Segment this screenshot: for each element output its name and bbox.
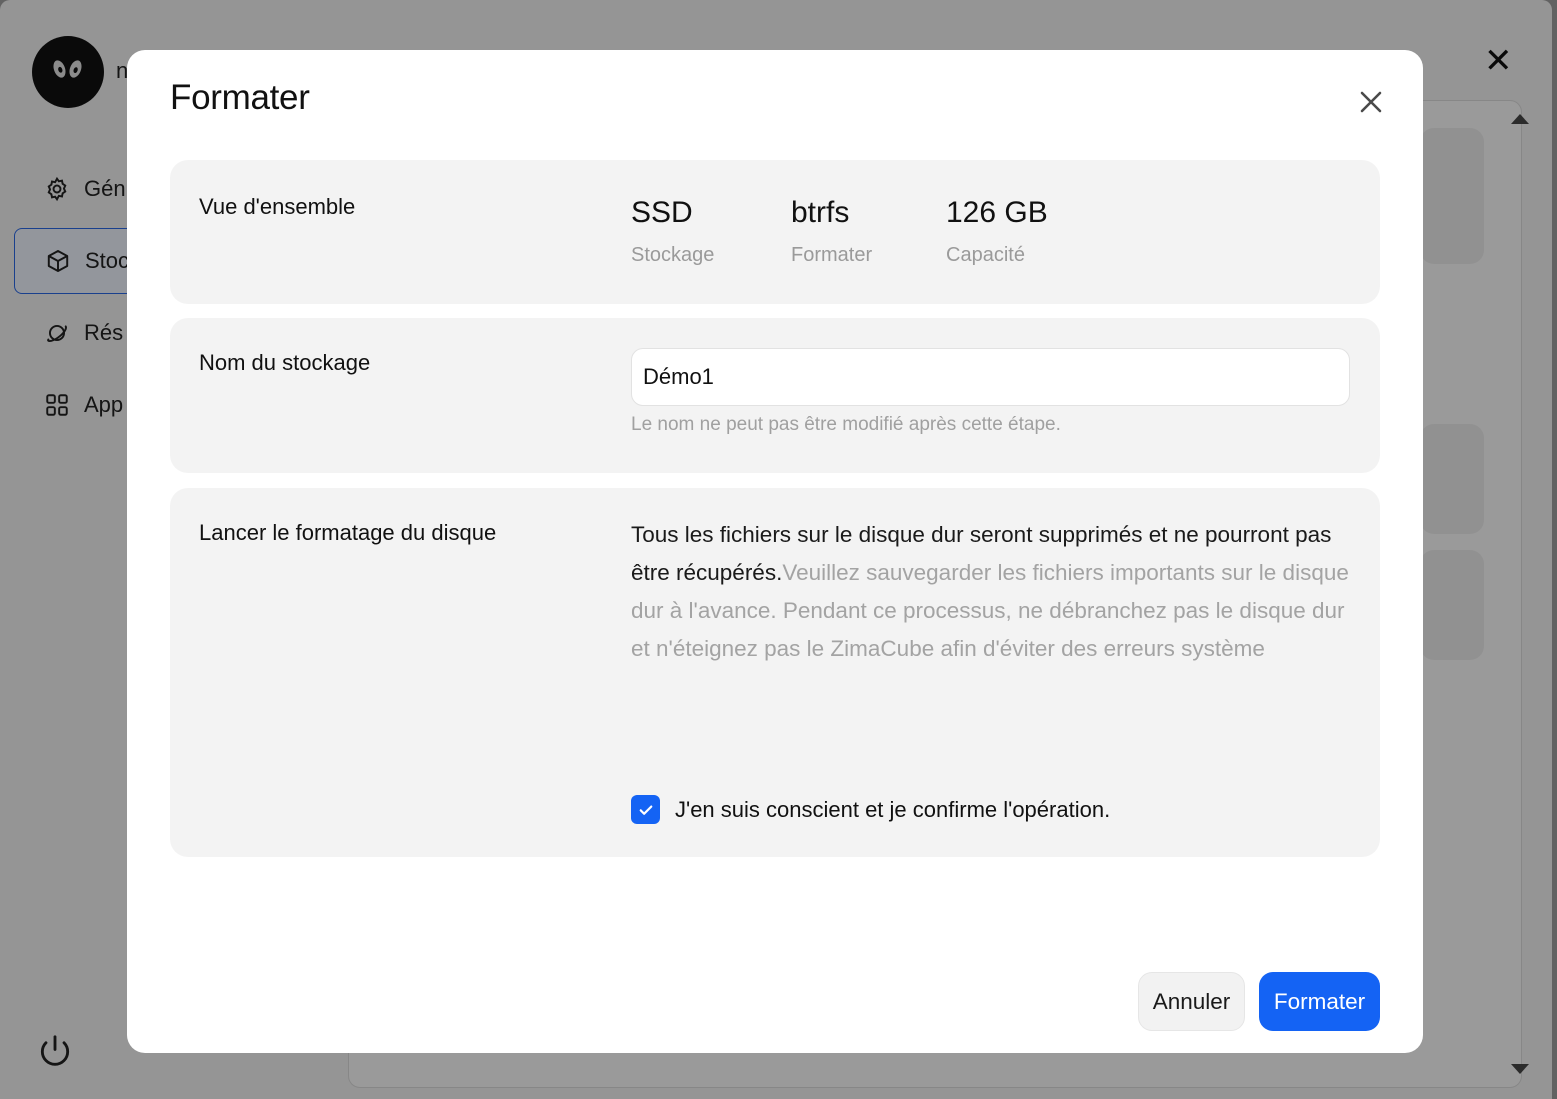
stat-capacity: 126 GB Capacité <box>946 196 1048 267</box>
format-dialog: Formater Vue d'ensemble SSD Stockage btr… <box>127 50 1423 1053</box>
check-icon <box>639 805 652 815</box>
cancel-button[interactable]: Annuler <box>1138 972 1245 1031</box>
format-section: Lancer le formatage du disque Tous les f… <box>170 488 1380 857</box>
stat-key: Formater <box>791 244 873 266</box>
stat-key: Stockage <box>631 244 715 266</box>
storage-name-hint: Le nom ne peut pas être modifié après ce… <box>631 414 1061 435</box>
close-icon[interactable] <box>1355 86 1387 118</box>
confirm-label[interactable]: J'en suis conscient et je confirme l'opé… <box>675 797 1110 823</box>
stat-key: Capacité <box>946 244 1025 266</box>
format-label: Lancer le formatage du disque <box>199 520 497 545</box>
storage-name-input[interactable] <box>631 348 1350 406</box>
overview-section: Vue d'ensemble SSD Stockage btrfs Format… <box>170 160 1380 304</box>
storage-name-label: Nom du stockage <box>199 350 371 375</box>
stat-storage-type: SSD Stockage <box>631 196 714 267</box>
confirm-checkbox[interactable] <box>631 795 660 824</box>
stat-value: SSD <box>631 196 693 229</box>
format-button[interactable]: Formater <box>1259 972 1380 1031</box>
stat-value: 126 GB <box>946 196 1048 229</box>
storage-name-section: Nom du stockage Le nom ne peut pas être … <box>170 318 1380 473</box>
confirm-row[interactable]: J'en suis conscient et je confirme l'opé… <box>631 795 1110 824</box>
format-warning: Tous les fichiers sur le disque dur sero… <box>631 516 1356 668</box>
stat-value: btrfs <box>791 196 850 229</box>
stat-filesystem: btrfs Formater <box>791 196 872 267</box>
dialog-title: Formater <box>170 78 310 117</box>
overview-label: Vue d'ensemble <box>199 194 356 219</box>
